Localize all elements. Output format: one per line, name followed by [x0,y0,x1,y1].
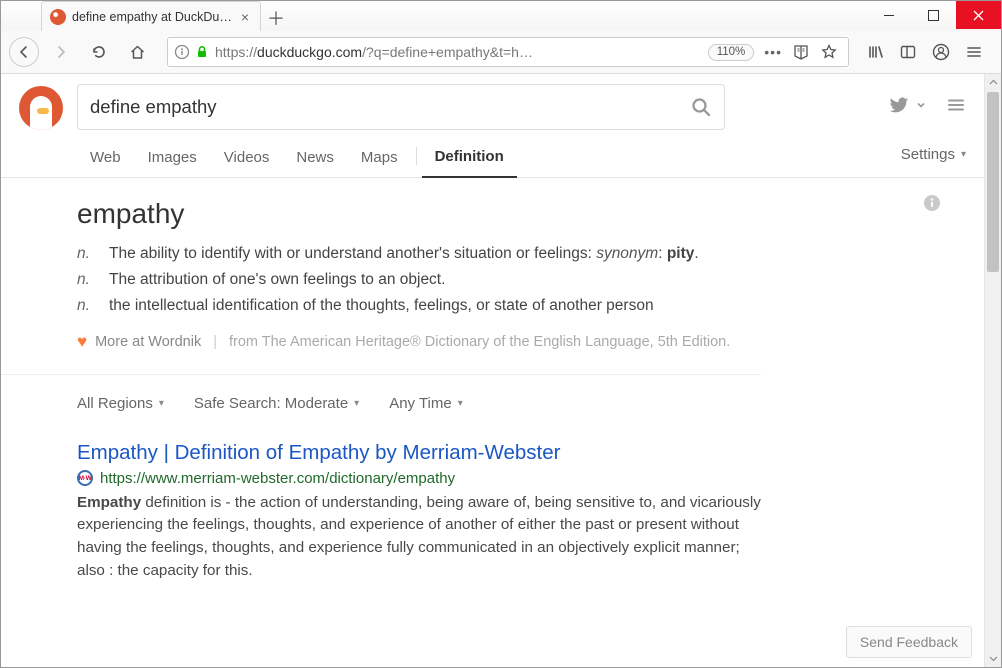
search-settings-dropdown[interactable]: Settings ▾ [901,146,984,174]
result-filters: All Regions▾ Safe Search: Moderate▾ Any … [1,375,984,426]
nav-news[interactable]: News [283,143,347,177]
new-tab-button[interactable]: ＋ [261,5,291,31]
scroll-up-button[interactable] [985,74,1001,91]
browser-toolbar: https://duckduckgo.com/?q=define+empathy… [1,31,1001,74]
duckduckgo-logo[interactable] [19,86,63,130]
back-button[interactable] [9,37,39,67]
zoom-badge[interactable]: 110% [708,44,755,61]
home-button[interactable] [121,36,153,68]
result-snippet: Empathy definition is - the action of un… [77,492,761,583]
vertical-scrollbar[interactable] [984,74,1001,667]
browser-menu-icon[interactable] [965,43,983,61]
wordnik-heart-icon: ♥ [77,332,87,352]
region-filter[interactable]: All Regions▾ [77,395,164,412]
definition-module: empathy n. The ability to identify with … [1,178,761,375]
reload-button[interactable] [83,36,115,68]
window-controls [866,1,1001,31]
url-text: https://duckduckgo.com/?q=define+empathy… [215,44,702,60]
definition-headword: empathy [77,198,761,230]
address-bar[interactable]: https://duckduckgo.com/?q=define+empathy… [167,37,849,67]
nav-videos[interactable]: Videos [211,143,283,177]
page-content: Web Images Videos News Maps Definition S… [1,74,984,667]
send-feedback-button[interactable]: Send Feedback [846,626,972,658]
window-titlebar: define empathy at DuckDuckGo × ＋ [1,1,1001,31]
search-submit-button[interactable] [690,96,712,118]
site-menu-button[interactable] [946,95,966,115]
result-url[interactable]: https://www.merriam-webster.com/dictiona… [100,470,455,487]
info-icon[interactable] [923,194,941,212]
result-title-link[interactable]: Empathy | Definition of Empathy by Merri… [77,440,761,467]
safesearch-filter[interactable]: Safe Search: Moderate▾ [194,395,359,412]
chevron-down-icon: ▾ [961,149,966,160]
time-filter[interactable]: Any Time▾ [389,395,463,412]
search-input[interactable] [90,96,690,118]
definition-source: from The American Heritage® Dictionary o… [229,334,730,350]
tab-title: define empathy at DuckDuckGo [72,10,232,24]
more-at-wordnik-link[interactable]: More at Wordnik [95,334,201,350]
duckduckgo-favicon-icon [50,9,66,25]
account-icon[interactable] [931,42,951,62]
window-maximize-button[interactable] [911,1,956,29]
definition-sense: n. The attribution of one's own feelings… [77,268,761,292]
page-actions-button[interactable]: ••• [764,44,782,60]
definition-sense: n. the intellectual identification of th… [77,294,761,318]
lock-icon [195,45,209,59]
share-twitter-dropdown[interactable] [888,94,926,116]
chevron-down-icon [916,100,926,110]
definition-sense: n. The ability to identify with or under… [77,242,761,266]
reader-toggle-icon[interactable] [792,43,810,61]
nav-maps[interactable]: Maps [348,143,411,177]
forward-button[interactable] [45,36,77,68]
nav-images[interactable]: Images [135,143,210,177]
site-identity-icon[interactable] [174,44,190,60]
sidebars-icon[interactable] [899,43,917,61]
merriam-webster-favicon-icon: M·W [77,470,93,486]
tab-close-button[interactable]: × [238,10,252,24]
library-icon[interactable] [867,43,885,61]
search-result: Empathy | Definition of Empathy by Merri… [1,426,761,593]
nav-divider [416,147,417,165]
twitter-icon [888,94,910,116]
scroll-down-button[interactable] [985,650,1001,667]
nav-web[interactable]: Web [77,143,134,177]
window-minimize-button[interactable] [866,1,911,29]
search-form [77,84,725,130]
window-close-button[interactable] [956,1,1001,29]
scroll-thumb[interactable] [987,92,999,272]
search-verticals-nav: Web Images Videos News Maps Definition S… [1,142,984,178]
browser-tab[interactable]: define empathy at DuckDuckGo × [41,1,261,31]
nav-definition[interactable]: Definition [422,142,517,178]
bookmark-star-icon[interactable] [820,43,838,61]
